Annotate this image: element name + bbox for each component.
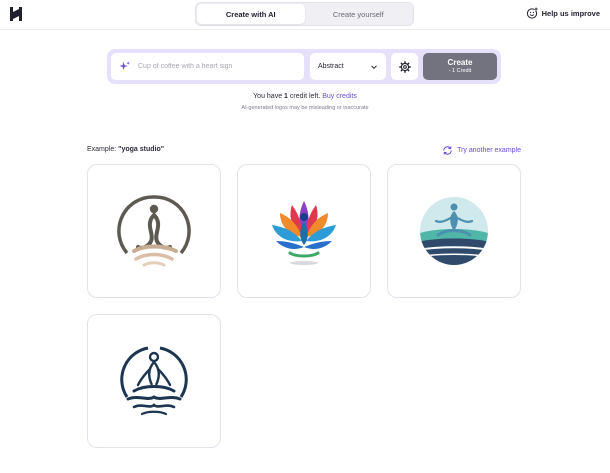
logo-card[interactable] bbox=[237, 164, 371, 298]
gear-icon bbox=[398, 60, 411, 73]
ai-disclaimer: AI-generated logos may be misleading or … bbox=[241, 105, 369, 111]
yoga-circle-earth-logo bbox=[117, 195, 191, 267]
create-label: Create bbox=[447, 57, 473, 67]
example-prefix: Example: bbox=[87, 146, 117, 153]
try-another-example-button[interactable]: Try another example bbox=[442, 145, 521, 156]
refresh-icon bbox=[443, 146, 452, 155]
logo-card[interactable] bbox=[87, 314, 221, 448]
smiley-plus-icon bbox=[526, 7, 538, 19]
credits-info: You have 1 credit left. Buy credits bbox=[0, 93, 610, 100]
logo-card[interactable] bbox=[387, 164, 521, 298]
h-logo-icon[interactable] bbox=[8, 6, 24, 22]
tab-create-with-ai[interactable]: Create with AI bbox=[197, 4, 305, 24]
prompt-bar: Abstract Create - 1 Credit bbox=[107, 49, 501, 84]
example-label: Example: "yoga studio" bbox=[87, 146, 164, 153]
help-label: Help us improve bbox=[541, 8, 600, 18]
tab-create-yourself[interactable]: Create yourself bbox=[305, 4, 413, 24]
yoga-meditation-waves-logo bbox=[420, 197, 488, 265]
buy-credits-link[interactable]: Buy credits bbox=[322, 93, 357, 100]
example-query: "yoga studio" bbox=[118, 146, 165, 153]
yoga-meditation-navy-logo bbox=[120, 346, 188, 416]
try-another-label: Try another example bbox=[457, 147, 521, 154]
settings-button[interactable] bbox=[391, 53, 418, 80]
credits-count: 1 bbox=[284, 93, 288, 100]
yoga-lotus-colorful-logo bbox=[272, 201, 336, 265]
create-button[interactable]: Create - 1 Credit bbox=[423, 53, 497, 80]
chevron-down-icon bbox=[371, 64, 377, 69]
style-select-value: Abstract bbox=[318, 63, 344, 70]
credits-suffix: credit left. bbox=[289, 93, 321, 100]
style-select[interactable]: Abstract bbox=[310, 53, 386, 80]
help-us-improve-button[interactable]: Help us improve bbox=[526, 7, 600, 19]
top-bar: Create with AI Create yourself Help us i… bbox=[0, 0, 610, 30]
credits-prefix: You have bbox=[253, 93, 283, 100]
logo-card[interactable] bbox=[87, 164, 221, 298]
prompt-input[interactable] bbox=[111, 53, 304, 80]
create-cost: - 1 Credit bbox=[448, 67, 472, 74]
mode-toggle: Create with AI Create yourself bbox=[195, 2, 414, 26]
